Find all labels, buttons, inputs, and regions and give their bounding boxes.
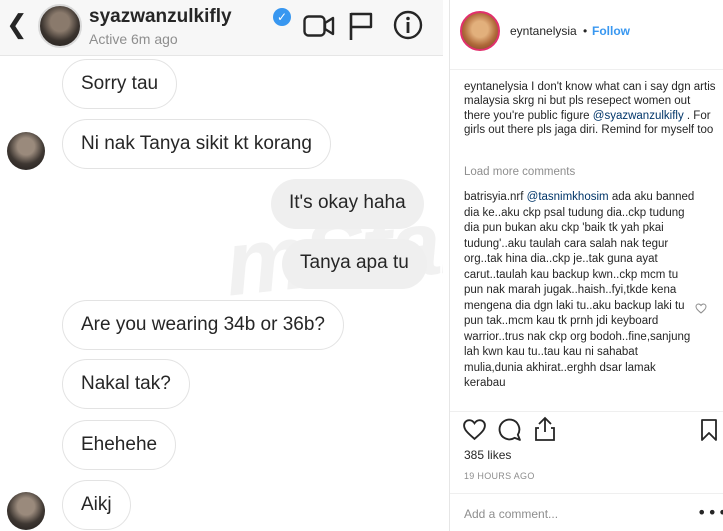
message-bubble: Sorry tau (62, 59, 178, 109)
message-bubble: Nakal tak? (62, 359, 190, 409)
dm-username[interactable]: syazwanzulkifly (89, 6, 232, 28)
avatar[interactable] (460, 11, 500, 51)
message-bubble: Tanya apa tu (282, 239, 427, 289)
back-button[interactable]: ❮ (6, 10, 28, 40)
post-header: eyntanelysia • Follow (450, 0, 723, 70)
caption-username[interactable]: eyntanelysia (464, 81, 528, 93)
comment-like-heart-icon[interactable] (695, 303, 707, 314)
avatar[interactable] (38, 4, 82, 48)
post-caption: eyntanelysia I don't know what can i say… (464, 80, 716, 137)
separator-dot: • (583, 24, 588, 38)
add-comment-input[interactable]: Add a comment... (464, 507, 558, 521)
comment-username[interactable]: batrisyia.nrf (464, 191, 523, 203)
caption-mention[interactable]: @syazwanzulkifly (593, 110, 684, 122)
active-status: Active 6m ago (89, 31, 178, 47)
comment-bubble-icon[interactable] (497, 417, 522, 442)
post-actions-bar (450, 411, 723, 447)
more-options-icon[interactable]: ••• (697, 503, 723, 522)
dm-header: ❮ syazwanzulkifly ✓ Active 6m ago (0, 0, 443, 56)
load-more-comments-link[interactable]: Load more comments (464, 166, 575, 178)
video-call-icon[interactable] (303, 14, 335, 38)
post-timestamp: 19 HOURS AGO (464, 471, 535, 481)
message-bubble: Ehehehe (62, 420, 177, 470)
message-bubble: Ni nak Tanya sikit kt korang (62, 119, 331, 169)
message-bubble: It's okay haha (271, 179, 424, 229)
verified-badge-icon: ✓ (273, 8, 291, 26)
sender-avatar[interactable] (7, 132, 45, 170)
add-comment-bar: Add a comment... ••• (450, 493, 723, 531)
message-bubble: Are you wearing 34b or 36b? (62, 300, 344, 350)
share-icon[interactable] (534, 416, 556, 442)
comment-text: ada aku banned dia ke..aku ckp psal tudu… (464, 191, 695, 389)
flag-icon[interactable] (348, 11, 374, 41)
comment: batrisyia.nrf @tasnimkhosim ada aku bann… (464, 190, 696, 410)
post-username[interactable]: eyntanelysia (510, 24, 577, 38)
sender-avatar[interactable] (7, 492, 45, 530)
instagram-post-panel: eyntanelysia • Follow eyntanelysia I don… (449, 0, 723, 531)
message-bubble: Aikj (62, 480, 131, 530)
like-heart-icon[interactable] (462, 418, 487, 441)
comment-mention[interactable]: @tasnimkhosim (527, 191, 609, 203)
likes-count[interactable]: 385 likes (464, 448, 511, 462)
save-bookmark-icon[interactable] (700, 418, 718, 442)
follow-button[interactable]: Follow (592, 24, 630, 38)
info-icon[interactable] (393, 10, 423, 40)
direct-message-panel: mStar ❮ syazwanzulkifly ✓ Active 6m ago … (0, 0, 443, 531)
